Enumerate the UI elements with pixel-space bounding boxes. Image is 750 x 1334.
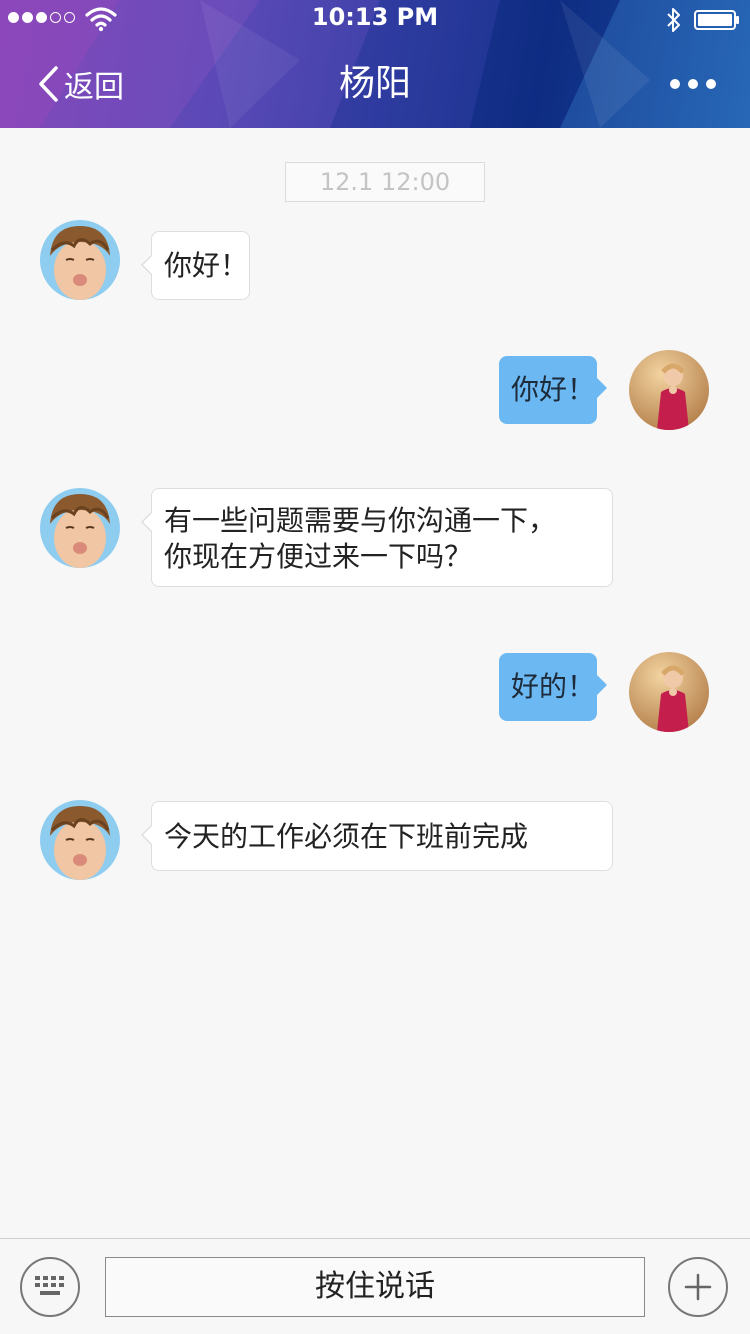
- plus-icon: [684, 1273, 712, 1301]
- chat-title: 杨阳: [338, 63, 411, 104]
- my-avatar[interactable]: [629, 350, 709, 430]
- more-button[interactable]: [670, 72, 716, 96]
- boy-avatar-icon: [40, 488, 120, 568]
- girl-avatar-icon: [629, 350, 709, 430]
- message-bubble-incoming[interactable]: 你好！: [141, 231, 250, 300]
- more-dots-icon: [670, 79, 680, 89]
- battery-icon: [694, 10, 739, 30]
- contact-avatar[interactable]: [40, 220, 120, 300]
- message-text: 你好！: [164, 249, 249, 282]
- contact-avatar[interactable]: [40, 800, 120, 880]
- message-text: 你好！: [511, 373, 596, 406]
- bluetooth-icon: [667, 8, 680, 32]
- input-toolbar: 按住说话: [0, 1238, 750, 1334]
- boy-avatar-icon: [40, 220, 120, 300]
- status-time: 10:13 PM: [311, 3, 439, 31]
- message-bubble-incoming[interactable]: 今天的工作必须在下班前完成: [141, 801, 613, 871]
- keyboard-toggle-button[interactable]: [20, 1257, 80, 1317]
- add-attachment-button[interactable]: [668, 1257, 728, 1317]
- message-timestamp: 12.1 12:00: [285, 162, 485, 202]
- my-avatar[interactable]: [629, 652, 709, 732]
- contact-avatar[interactable]: [40, 488, 120, 568]
- header: 10:13 PM 返回 杨阳: [0, 0, 750, 128]
- hold-to-talk-button[interactable]: 按住说话: [105, 1257, 645, 1317]
- message-bubble-outgoing[interactable]: 你好！: [499, 356, 607, 424]
- message-text-line: 你现在方便过来一下吗？: [164, 540, 473, 573]
- message-bubble-incoming[interactable]: 有一些问题需要与你沟通一下， 你现在方便过来一下吗？: [141, 488, 613, 587]
- status-bar: 10:13 PM: [0, 0, 750, 40]
- message-text: 好的！: [511, 670, 596, 703]
- message-text: 今天的工作必须在下班前完成: [164, 820, 529, 853]
- girl-avatar-icon: [629, 652, 709, 732]
- message-text-line: 有一些问题需要与你沟通一下，: [164, 504, 557, 537]
- boy-avatar-icon: [40, 800, 120, 880]
- keyboard-icon: [35, 1276, 64, 1295]
- navigation-bar: 返回 杨阳: [0, 40, 750, 128]
- message-bubble-outgoing[interactable]: 好的！: [499, 653, 607, 721]
